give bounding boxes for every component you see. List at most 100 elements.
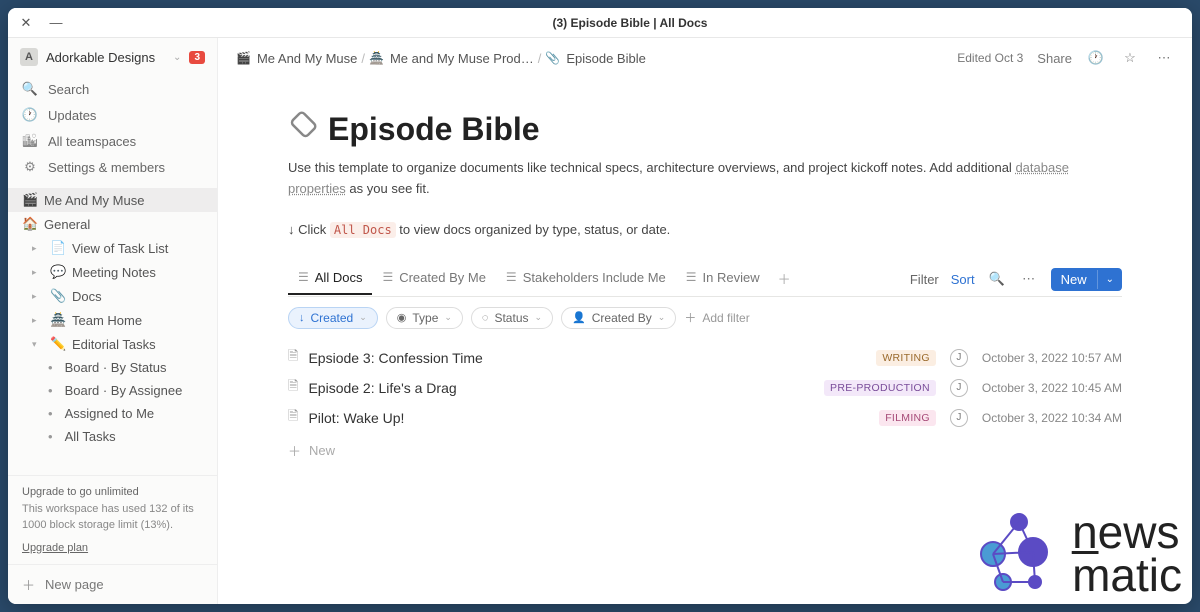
- nav-label: All teamspaces: [48, 134, 136, 149]
- page-item[interactable]: ▸📎Docs: [8, 284, 217, 308]
- page-title[interactable]: Episode Bible: [328, 111, 540, 148]
- status-badge: WRITING: [876, 350, 936, 366]
- page-item[interactable]: •Board · By Assignee: [8, 379, 217, 402]
- page-item[interactable]: •Assigned to Me: [8, 402, 217, 425]
- breadcrumb-item[interactable]: 🏯Me and My Muse Prod…: [369, 51, 534, 66]
- teamspace-item[interactable]: 🎬Me And My Muse: [8, 188, 217, 212]
- page-label: Meeting Notes: [72, 265, 156, 280]
- page-label: Editorial Tasks: [72, 337, 156, 352]
- page-item[interactable]: ▸ 💬 Meeting Notes: [8, 260, 217, 284]
- nav-updates[interactable]: 🕐Updates: [8, 102, 217, 128]
- document-date: October 3, 2022 10:45 AM: [982, 381, 1122, 395]
- main-area: 🎬Me And My Muse/🏯Me and My Muse Prod…/📎E…: [218, 38, 1192, 604]
- app-window: ✕ — (3) Episode Bible | All Docs A Adork…: [8, 8, 1192, 604]
- page-label: Team Home: [72, 313, 142, 328]
- document-row[interactable]: 🗎 Epsiode 3: Confession Time WRITING J O…: [288, 343, 1122, 373]
- page-icon: 💬: [50, 264, 66, 280]
- close-icon[interactable]: ✕: [20, 17, 32, 29]
- add-view-button[interactable]: ＋: [770, 263, 799, 296]
- new-entry-button[interactable]: New ⌄: [1051, 268, 1122, 291]
- db-tab[interactable]: ☰All Docs: [288, 264, 372, 295]
- page-label: Board · By Assignee: [65, 383, 183, 398]
- chip-label: Created: [311, 311, 354, 325]
- page-icon[interactable]: [288, 110, 318, 148]
- star-icon[interactable]: ☆: [1120, 48, 1140, 68]
- clock-icon[interactable]: 🕐: [1086, 48, 1106, 68]
- breadcrumb-label: Episode Bible: [566, 51, 646, 66]
- share-button[interactable]: Share: [1037, 51, 1072, 66]
- db-tab[interactable]: ☰Created By Me: [372, 264, 495, 295]
- workspace-switcher[interactable]: A Adorkable Designs ⌄ 3: [8, 38, 217, 76]
- document-row[interactable]: 🗎 Pilot: Wake Up! FILMING J October 3, 2…: [288, 403, 1122, 433]
- page-item[interactable]: ▸ 📄 View of Task List: [8, 236, 217, 260]
- filter-chips: ↓Created⌄◉Type⌄◌Status⌄👤Created By⌄ ＋ Ad…: [288, 297, 1122, 339]
- breadcrumb-icon: 🏯: [369, 51, 384, 65]
- page-label: All Tasks: [65, 429, 116, 444]
- author-avatar: J: [950, 409, 968, 427]
- list-icon: ☰: [506, 270, 517, 284]
- nav-all-teamspaces[interactable]: 🏙All teamspaces: [8, 128, 217, 154]
- workspace-avatar: A: [20, 48, 38, 66]
- sidebar: A Adorkable Designs ⌄ 3 🔍Search🕐Updates🏙…: [8, 38, 218, 604]
- search-icon: 🔍: [22, 81, 38, 97]
- window-titlebar: ✕ — (3) Episode Bible | All Docs: [8, 8, 1192, 38]
- page-icon: 🏯: [50, 312, 66, 328]
- nav-label: Settings & members: [48, 160, 165, 175]
- teamspace-icon: 🎬: [22, 192, 38, 208]
- tab-label: All Docs: [315, 270, 363, 285]
- toggle-icon[interactable]: ▾: [32, 339, 44, 350]
- view-options-icon[interactable]: ⋯: [1019, 269, 1039, 289]
- page-label: Board · By Status: [65, 360, 167, 375]
- toggle-icon[interactable]: ▸: [32, 291, 44, 302]
- author-avatar: J: [950, 379, 968, 397]
- add-filter-button[interactable]: ＋ Add filter: [684, 309, 749, 326]
- upgrade-plan-link[interactable]: Upgrade plan: [22, 540, 88, 557]
- filter-chip[interactable]: 👤Created By⌄: [561, 307, 676, 329]
- document-row[interactable]: 🗎 Episode 2: Life's a Drag PRE-PRODUCTIO…: [288, 373, 1122, 403]
- chevron-down-icon[interactable]: ⌄: [1097, 270, 1122, 289]
- nav-settings[interactable]: ⚙Settings & members: [8, 154, 217, 180]
- page-icon: 🗎: [288, 377, 298, 399]
- page-item[interactable]: ▸ 🏯 Team Home: [8, 308, 217, 332]
- page-description[interactable]: Use this template to organize documents …: [288, 158, 1122, 200]
- more-icon[interactable]: ⋯: [1154, 48, 1174, 68]
- page-icon: 📄: [50, 240, 66, 256]
- filter-chip[interactable]: ◉Type⌄: [386, 307, 463, 329]
- page-content: Episode Bible Use this template to organ…: [218, 78, 1192, 604]
- db-tab[interactable]: ☰In Review: [676, 264, 770, 295]
- teamspace-item[interactable]: 🏠General: [8, 212, 217, 236]
- document-title[interactable]: Episode 2: Life's a Drag: [308, 380, 456, 396]
- new-page-button[interactable]: ＋ New page: [8, 564, 217, 604]
- sort-button[interactable]: Sort: [951, 272, 975, 287]
- filter-chip[interactable]: ◌Status⌄: [471, 307, 553, 329]
- window-title: (3) Episode Bible | All Docs: [80, 16, 1180, 30]
- page-item[interactable]: ▾✏️Editorial Tasks: [8, 332, 217, 356]
- toggle-icon[interactable]: ▸: [32, 243, 44, 254]
- breadcrumb-item[interactable]: 📎Episode Bible: [545, 51, 645, 66]
- page-icon: 🗎: [288, 407, 298, 429]
- filter-chip[interactable]: ↓Created⌄: [288, 307, 378, 329]
- document-title[interactable]: Epsiode 3: Confession Time: [308, 350, 482, 366]
- minimize-icon[interactable]: —: [50, 17, 62, 29]
- toggle-icon[interactable]: ▸: [32, 315, 44, 326]
- page-label: View of Task List: [72, 241, 168, 256]
- chevron-down-icon: ⌄: [359, 312, 367, 323]
- hint-code: All Docs: [330, 222, 396, 238]
- page-item[interactable]: •Board · By Status: [8, 356, 217, 379]
- document-title[interactable]: Pilot: Wake Up!: [308, 410, 404, 426]
- new-page-label: New page: [45, 577, 104, 592]
- nav-label: Updates: [48, 108, 96, 123]
- chevron-down-icon: ⌄: [535, 312, 543, 323]
- chip-icon: 👤: [572, 311, 586, 324]
- search-icon[interactable]: 🔍: [987, 269, 1007, 289]
- db-tab[interactable]: ☰Stakeholders Include Me: [496, 264, 676, 295]
- page-item[interactable]: •All Tasks: [8, 425, 217, 448]
- toggle-icon[interactable]: ▸: [32, 267, 44, 278]
- upgrade-text: This workspace has used 132 of its 1000 …: [22, 501, 203, 534]
- add-row-button[interactable]: ＋ New: [288, 433, 1122, 468]
- filter-button[interactable]: Filter: [910, 272, 939, 287]
- nav-search[interactable]: 🔍Search: [8, 76, 217, 102]
- author-avatar: J: [950, 349, 968, 367]
- breadcrumb-item[interactable]: 🎬Me And My Muse: [236, 51, 357, 66]
- page-icon: 🗎: [288, 347, 298, 369]
